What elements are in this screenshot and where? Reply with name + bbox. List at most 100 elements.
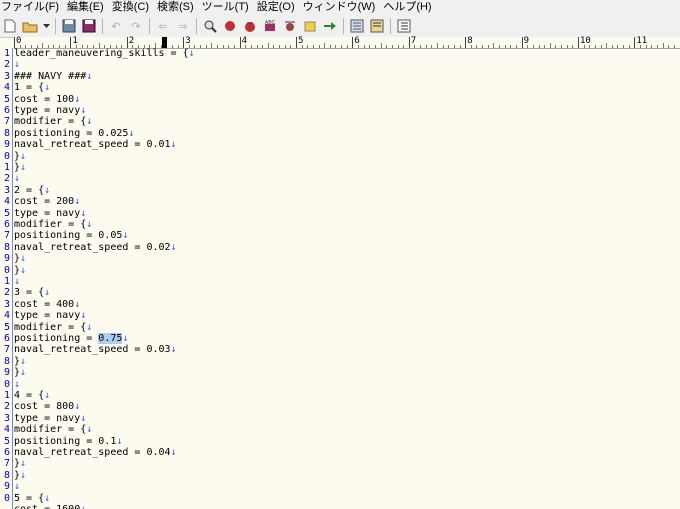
line-number: 1 (3, 48, 10, 59)
code-line[interactable]: type = navy↓ (14, 105, 86, 116)
search-icon[interactable] (202, 18, 218, 34)
newline-mark-icon: ↓ (14, 378, 21, 390)
code-line[interactable]: 5 = {↓ (14, 493, 50, 504)
line-number: 1 (3, 162, 10, 173)
toolbar-separator (343, 18, 344, 34)
code-line[interactable]: naval_retreat_speed = 0.01↓ (14, 139, 177, 150)
code-text: type = navy (14, 105, 81, 116)
code-line[interactable]: type = navy↓ (14, 208, 86, 219)
code-line[interactable]: 3 = {↓ (14, 287, 50, 298)
menu-item[interactable]: ツール(T) (198, 0, 253, 15)
newline-mark-icon: ↓ (86, 116, 93, 128)
newline-mark-icon: ↓ (20, 367, 27, 379)
menu-item[interactable]: 編集(E) (63, 0, 108, 15)
new-file-icon[interactable] (2, 18, 18, 34)
menu-item[interactable]: ファイル(F) (0, 0, 63, 15)
code-text: type = navy (14, 412, 81, 424)
line-number: 6 (3, 333, 10, 344)
code-line[interactable]: }↓ (14, 367, 26, 378)
dropdown-icon[interactable] (42, 18, 50, 34)
code-line[interactable]: naval_retreat_speed = 0.02↓ (14, 242, 177, 253)
code-line[interactable]: }↓ (14, 265, 26, 276)
code-line[interactable]: ↓ (14, 481, 20, 492)
menu-item[interactable]: 設定(O) (253, 0, 299, 15)
code-line[interactable]: 2 = {↓ (14, 185, 50, 196)
find-next-icon[interactable] (242, 18, 258, 34)
forward-icon[interactable]: ⇒ (175, 18, 191, 34)
save-icon[interactable] (61, 18, 77, 34)
code-line[interactable]: 4 = {↓ (14, 390, 50, 401)
code-line[interactable]: cost = 200↓ (14, 196, 80, 207)
newline-mark-icon: ↓ (20, 253, 27, 265)
code-line[interactable]: }↓ (14, 151, 26, 162)
code-line[interactable]: type = navy↓ (14, 413, 86, 424)
line-number: 5 (3, 93, 10, 105)
code-line[interactable]: ↓ (14, 379, 20, 390)
code-line[interactable]: naval_retreat_speed = 0.04↓ (14, 447, 177, 458)
newline-mark-icon: ↓ (170, 241, 177, 253)
code-line[interactable]: cost = 400↓ (14, 299, 80, 310)
toolbar-separator (196, 18, 197, 34)
settings-icon[interactable] (349, 18, 365, 34)
line-number: 8 (3, 241, 10, 253)
code-line[interactable]: modifier = {↓ (14, 219, 92, 230)
code-line[interactable]: positioning = 0.05↓ (14, 230, 128, 241)
code-line[interactable]: leader_maneuvering_skills = {↓ (14, 48, 195, 59)
code-line[interactable]: }↓ (14, 162, 26, 173)
code-line[interactable]: cost = 1600↓ (14, 504, 86, 509)
editor-text-area[interactable]: leader_maneuvering_skills = {↓ ↓ ### NAVY … (14, 48, 680, 509)
newline-mark-icon: ↓ (14, 276, 21, 287)
code-text: modifier = { (14, 116, 87, 128)
newline-mark-icon: ↓ (122, 333, 129, 344)
undo-icon[interactable]: ↶ (108, 18, 124, 34)
mark-icon[interactable] (302, 18, 318, 34)
code-line[interactable]: positioning = 0.75↓ (14, 333, 128, 344)
grep-icon[interactable] (282, 18, 298, 34)
find-prev-icon[interactable] (222, 18, 238, 34)
code-line[interactable]: positioning = 0.1↓ (14, 436, 122, 447)
line-number: 3 (3, 184, 10, 196)
toolbar-separator (55, 18, 56, 34)
selected-text[interactable]: 0.75 (98, 333, 123, 344)
newline-mark-icon: ↓ (170, 139, 177, 151)
code-line[interactable]: ↓ (14, 173, 20, 184)
code-line[interactable]: ### NAVY ###↓ (14, 71, 92, 82)
code-text: naval_retreat_speed = 0.04 (14, 447, 171, 458)
code-line[interactable]: ↓ (14, 59, 20, 70)
back-icon[interactable]: ⇐ (155, 18, 171, 34)
menu-item[interactable]: ヘルプ(H) (379, 0, 435, 15)
code-line[interactable]: positioning = 0.025↓ (14, 128, 134, 139)
line-number: 2 (3, 401, 10, 413)
code-line[interactable]: ↓ (14, 276, 20, 287)
line-number: 4 (3, 82, 10, 94)
menu-item[interactable]: 検索(S) (153, 0, 198, 15)
line-number: 7 (3, 230, 10, 242)
code-line[interactable]: modifier = {↓ (14, 322, 92, 333)
code-line[interactable]: }↓ (14, 356, 26, 367)
redo-icon[interactable]: ↷ (128, 18, 144, 34)
code-line[interactable]: 1 = {↓ (14, 82, 50, 93)
newline-mark-icon: ↓ (14, 173, 21, 185)
find-replace-icon[interactable]: ABC (262, 18, 278, 34)
code-line[interactable]: }↓ (14, 253, 26, 264)
code-line[interactable]: }↓ (14, 470, 26, 481)
menu-item[interactable]: 変換(C) (108, 0, 153, 15)
code-text: cost = 400 (14, 298, 75, 310)
window-icon[interactable] (396, 18, 412, 34)
code-line[interactable]: cost = 800↓ (14, 401, 80, 412)
code-line[interactable]: cost = 100↓ (14, 94, 80, 105)
menu-item[interactable]: ウィンドウ(W) (299, 0, 380, 15)
code-line[interactable]: modifier = {↓ (14, 424, 92, 435)
code-text: positioning = 0.75 (14, 333, 123, 344)
newline-mark-icon: ↓ (86, 321, 93, 333)
jump-icon[interactable] (322, 18, 338, 34)
code-text: 1 = { (14, 82, 45, 94)
code-line[interactable]: naval_retreat_speed = 0.03↓ (14, 344, 177, 355)
save-all-icon[interactable] (81, 18, 97, 34)
open-folder-icon[interactable] (22, 18, 38, 34)
code-line[interactable]: type = navy↓ (14, 310, 86, 321)
code-line[interactable]: modifier = {↓ (14, 116, 92, 127)
line-number: 6 (3, 447, 10, 458)
code-line[interactable]: }↓ (14, 458, 26, 469)
font-icon[interactable] (369, 18, 385, 34)
